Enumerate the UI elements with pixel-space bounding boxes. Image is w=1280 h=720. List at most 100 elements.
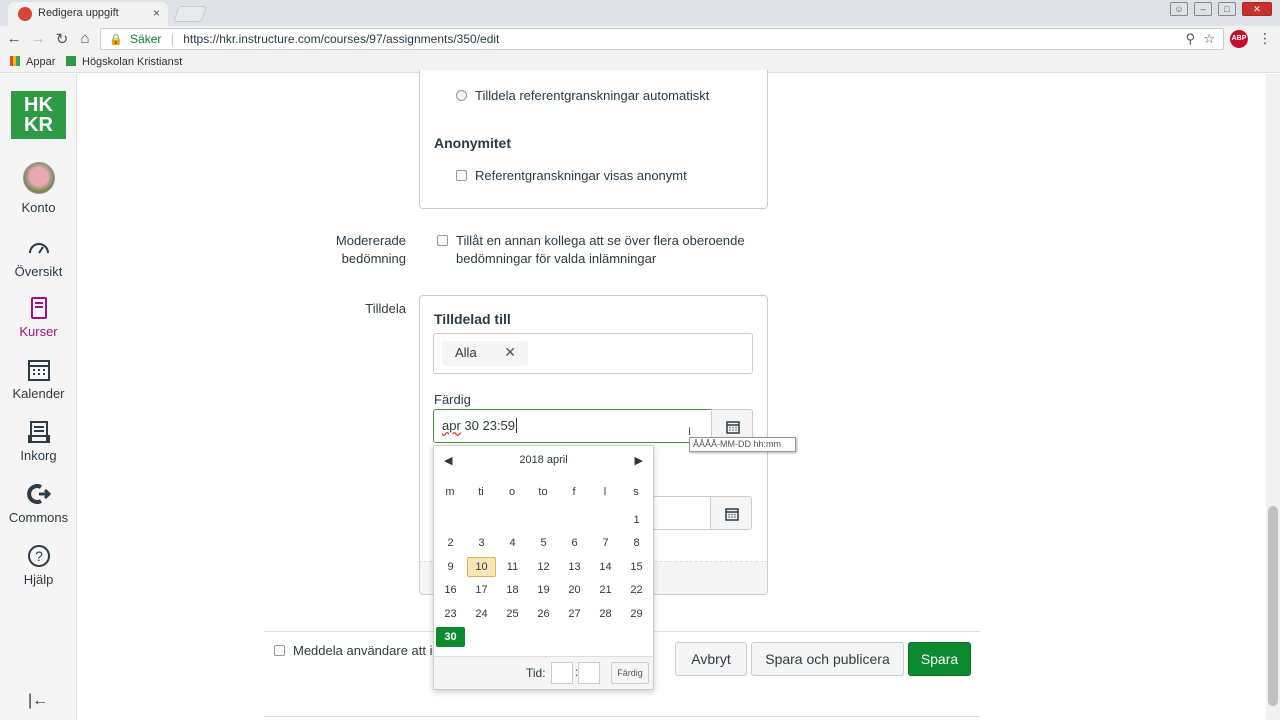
calendar-day[interactable]: 28 bbox=[591, 604, 620, 624]
calendar-day[interactable]: 9 bbox=[436, 557, 465, 577]
nav-account[interactable]: Konto bbox=[0, 162, 77, 215]
calendar-day[interactable]: 8 bbox=[622, 533, 651, 553]
reload-icon[interactable]: ↻ bbox=[52, 30, 72, 48]
calendar-day[interactable]: 4 bbox=[498, 533, 527, 553]
calendar-day[interactable]: 13 bbox=[560, 557, 589, 577]
calendar-day[interactable]: 12 bbox=[529, 557, 558, 577]
adblock-icon[interactable]: ABP bbox=[1230, 30, 1248, 48]
collapse-nav-icon[interactable]: |← bbox=[28, 692, 48, 710]
nav-commons[interactable]: Commons bbox=[0, 482, 77, 525]
calendar-day[interactable]: 26 bbox=[529, 604, 558, 624]
calendar-day[interactable]: 1 bbox=[622, 510, 651, 530]
calendar-day[interactable]: 20 bbox=[560, 580, 589, 600]
calendar-day[interactable]: 2 bbox=[436, 533, 465, 553]
calendar-day[interactable]: 19 bbox=[529, 580, 558, 600]
url-text: https://hkr.instructure.com/courses/97/a… bbox=[183, 32, 500, 46]
zoom-icon[interactable]: ⚲ bbox=[1185, 31, 1195, 47]
save-button[interactable]: Spara bbox=[908, 642, 971, 676]
calendar-day[interactable]: 18 bbox=[498, 580, 527, 600]
page-scrollbar[interactable] bbox=[1266, 74, 1280, 720]
calendar-day[interactable]: 24 bbox=[467, 604, 496, 624]
tab-close-icon[interactable]: × bbox=[153, 6, 160, 20]
auto-assign-radio[interactable] bbox=[456, 90, 467, 101]
browser-menu-icon[interactable]: ⋮ bbox=[1258, 30, 1272, 47]
next-month-icon[interactable]: ▶ bbox=[635, 454, 643, 467]
moderated-grading-label: Modererade bedömning bbox=[335, 233, 406, 266]
assign-to-input[interactable]: Alla ✕ bbox=[433, 333, 753, 374]
notify-users-option[interactable]: Meddela användare att in bbox=[274, 643, 440, 658]
minute-input[interactable] bbox=[578, 662, 600, 684]
nav-dashboard[interactable]: Översikt bbox=[0, 236, 77, 279]
save-and-publish-button[interactable]: Spara och publicera bbox=[751, 642, 904, 676]
tab-title: Redigera uppgift bbox=[38, 7, 119, 19]
weekday-header: m bbox=[445, 486, 455, 498]
today-day[interactable]: 10 bbox=[467, 556, 496, 577]
close-window-icon[interactable]: ✕ bbox=[1242, 2, 1272, 16]
cancel-button[interactable]: Avbryt bbox=[675, 642, 747, 676]
calendar-day[interactable]: 14 bbox=[591, 557, 620, 577]
weekday-header: l bbox=[603, 486, 607, 498]
datepicker: ◀ 2018 april ▶ m ti o to f l s 1 2 3 4 5 6 7 8 9 10 11 12… bbox=[433, 445, 654, 690]
help-icon: ? bbox=[27, 545, 50, 567]
calendar-day[interactable]: 16 bbox=[436, 580, 465, 600]
available-from-input[interactable] bbox=[652, 496, 712, 530]
weekday-header: to bbox=[538, 486, 548, 498]
calendar-day[interactable]: 27 bbox=[560, 604, 589, 624]
calendar-day[interactable]: 3 bbox=[467, 533, 496, 553]
bookmark-apps[interactable]: Appar bbox=[10, 56, 55, 68]
nav-courses[interactable]: Kurser bbox=[0, 296, 77, 339]
calendar-day[interactable]: 6 bbox=[560, 533, 589, 553]
back-icon[interactable]: ← bbox=[4, 30, 24, 47]
window-controls: ☺ – □ ✕ bbox=[1170, 2, 1272, 16]
calendar-day[interactable]: 7 bbox=[591, 533, 620, 553]
bookmark-star-icon[interactable]: ☆ bbox=[1203, 31, 1215, 47]
maximize-icon[interactable]: □ bbox=[1218, 2, 1236, 16]
anonymous-review-checkbox[interactable] bbox=[456, 170, 467, 181]
calendar-day[interactable]: 5 bbox=[529, 533, 558, 553]
calendar-day[interactable]: 25 bbox=[498, 604, 527, 624]
calendar-day[interactable]: 17 bbox=[467, 580, 496, 600]
scrollbar-thumb[interactable] bbox=[1268, 506, 1278, 706]
home-icon[interactable]: ⌂ bbox=[75, 30, 95, 47]
commons-icon bbox=[26, 484, 51, 504]
nav-calendar[interactable]: Kalender bbox=[0, 358, 77, 401]
url-field[interactable]: 🔒 Säker | https://hkr.instructure.com/co… bbox=[100, 28, 1224, 50]
weekday-header: ti bbox=[478, 486, 484, 498]
anonymous-review-option[interactable]: Referentgranskningar visas anonymt bbox=[456, 168, 687, 183]
calendar-day[interactable]: 23 bbox=[436, 604, 465, 624]
new-tab-button[interactable] bbox=[173, 6, 207, 22]
calendar-day[interactable]: 21 bbox=[591, 580, 620, 600]
calendar-icon bbox=[726, 421, 740, 434]
datepicker-footer: Tid: : Färdig bbox=[434, 656, 653, 689]
nav-help[interactable]: ? Hjälp bbox=[0, 544, 77, 587]
minimize-icon[interactable]: – bbox=[1194, 2, 1212, 16]
weekday-header: o bbox=[508, 486, 516, 498]
forward-icon[interactable]: → bbox=[28, 30, 48, 47]
notify-users-checkbox[interactable] bbox=[274, 645, 285, 656]
weekday-header: s bbox=[633, 486, 639, 498]
calendar-day[interactable]: 15 bbox=[622, 557, 651, 577]
canvas-favicon-icon bbox=[18, 7, 32, 21]
available-from-calendar-button[interactable] bbox=[710, 496, 752, 530]
bookmark-hkr[interactable]: Högskolan Kristianst bbox=[66, 56, 182, 68]
remove-tag-icon[interactable]: ✕ bbox=[504, 344, 516, 361]
due-date-label: Färdig bbox=[434, 392, 471, 407]
calendar-day[interactable]: 29 bbox=[622, 604, 651, 624]
browser-tabbar: Redigera uppgift × ☺ – □ ✕ bbox=[0, 0, 1280, 26]
selected-day[interactable]: 30 bbox=[436, 627, 465, 647]
user-icon[interactable]: ☺ bbox=[1170, 2, 1188, 16]
nav-inbox[interactable]: Inkorg bbox=[0, 420, 77, 463]
calendar-day[interactable]: 11 bbox=[498, 557, 527, 577]
due-date-input[interactable]: apr 30 23:59 bbox=[433, 409, 712, 443]
auto-assign-option[interactable]: Tilldela referentgranskningar automatisk… bbox=[456, 88, 709, 103]
lock-icon: 🔒 bbox=[109, 34, 123, 46]
datepicker-done-button[interactable]: Färdig bbox=[611, 662, 649, 684]
hkr-favicon-icon bbox=[66, 56, 76, 66]
global-navigation: HK KR Konto Översikt Kurser Kalender Inko… bbox=[0, 74, 77, 720]
hour-input[interactable] bbox=[551, 662, 573, 684]
calendar-day[interactable]: 22 bbox=[622, 580, 651, 600]
browser-tab[interactable]: Redigera uppgift × bbox=[8, 2, 168, 26]
moderated-grading-text: Tillåt en annan kollega att se över fler… bbox=[456, 233, 745, 266]
moderated-grading-checkbox[interactable] bbox=[437, 235, 448, 246]
hkr-logo[interactable]: HK KR bbox=[11, 91, 66, 139]
